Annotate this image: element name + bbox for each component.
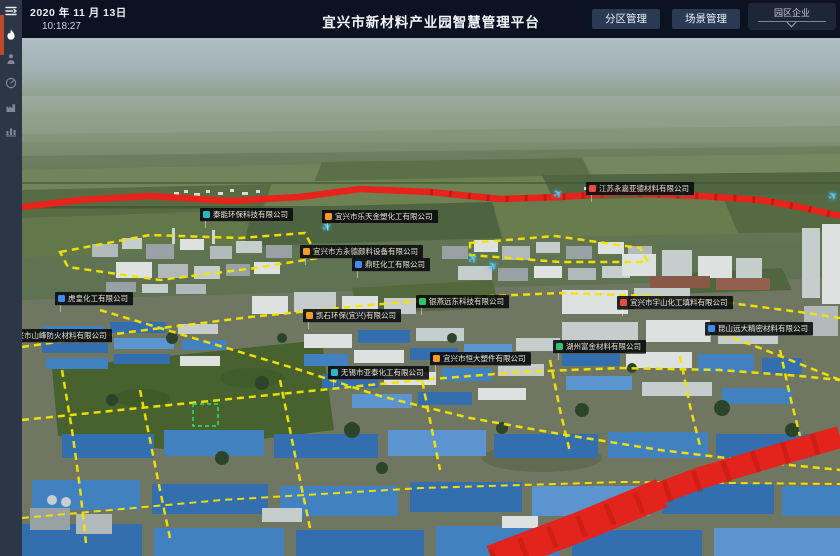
factory-icon xyxy=(5,101,17,113)
bar-chart-icon xyxy=(5,125,17,137)
company-label-text: 宜兴市方永德颜料设备有限公司 xyxy=(313,248,418,256)
company-type-icon xyxy=(620,299,627,306)
company-type-icon xyxy=(58,295,65,302)
company-label-text: 宜兴市恒大塑件有限公司 xyxy=(443,355,526,363)
header-buttons: 分区管理 场景管理 xyxy=(592,9,740,29)
company-label-text: 泰能环保科技有限公司 xyxy=(213,211,288,219)
company-label-text: 江苏永嘉亚德材料有限公司 xyxy=(599,185,689,193)
company-label[interactable]: 泰能环保科技有限公司 xyxy=(200,208,293,222)
zone-management-button[interactable]: 分区管理 xyxy=(592,9,660,29)
map-3d-view[interactable]: 泰能环保科技有限公司 宜兴市乐天金塑化工有限公司宜兴市方永德颜料设备有限公司鼎旺化… xyxy=(22,38,840,556)
company-label-text: 凯石环保(宜兴)有限公司 xyxy=(316,312,396,320)
company-label[interactable]: 宜兴市宇山化工填料有限公司 xyxy=(617,296,733,310)
company-label-text: 无锡市亚泰化工有限公司 xyxy=(341,369,424,377)
company-type-icon xyxy=(325,213,332,220)
company-type-icon xyxy=(306,312,313,319)
company-type-icon xyxy=(331,369,338,376)
company-label[interactable]: 银燕远东科技有限公司 xyxy=(416,295,509,309)
company-type-icon xyxy=(419,298,426,305)
company-label[interactable]: 江苏永嘉亚德材料有限公司 xyxy=(586,182,694,196)
header-bar: 2020 年 11 月 13日 10:18:27 宜兴市新材料产业园智慧管理平台… xyxy=(22,0,840,38)
company-type-icon xyxy=(303,248,310,255)
sidebar-item-fire[interactable] xyxy=(0,24,22,46)
sidebar xyxy=(0,0,22,556)
scene-management-button[interactable]: 场景管理 xyxy=(672,9,740,29)
company-type-icon xyxy=(355,261,362,268)
company-label[interactable]: 湖州富金材料有限公司 xyxy=(553,340,646,354)
company-label[interactable]: 宜兴市恒大塑件有限公司 xyxy=(430,352,531,366)
sidebar-item-factory[interactable] xyxy=(0,96,22,118)
company-label-text: 宜兴市山峰防火材料有限公司 xyxy=(22,332,107,340)
company-label-text: 银燕远东科技有限公司 xyxy=(429,298,504,306)
gauge-icon xyxy=(5,77,17,89)
company-label[interactable]: 昆山远大精密材料有限公司 xyxy=(705,322,813,336)
company-label-text: 虎皇化工有限公司 xyxy=(68,295,128,303)
smart-park-platform: 2020 年 11 月 13日 10:18:27 宜兴市新材料产业园智慧管理平台… xyxy=(0,0,840,556)
person-icon xyxy=(5,53,17,65)
sidebar-item-statistics[interactable] xyxy=(0,120,22,142)
company-label[interactable]: 虎皇化工有限公司 xyxy=(55,292,133,306)
company-label-text: 湖州富金材料有限公司 xyxy=(566,343,641,351)
company-label-text: 宜兴市乐天金塑化工有限公司 xyxy=(335,213,433,221)
company-type-icon xyxy=(589,185,596,192)
sidebar-item-person[interactable] xyxy=(0,48,22,70)
park-enterprise-dropdown[interactable]: 园区企业 xyxy=(748,3,836,30)
company-label-text: 宜兴市宇山化工填料有限公司 xyxy=(630,299,728,307)
company-label[interactable]: 凯石环保(宜兴)有限公司 xyxy=(303,309,401,323)
company-label-text: 昆山远大精密材料有限公司 xyxy=(718,325,808,333)
company-type-icon xyxy=(708,325,715,332)
company-label[interactable]: 宜兴市方永德颜料设备有限公司 xyxy=(300,245,423,259)
company-label[interactable]: 宜兴市乐天金塑化工有限公司 xyxy=(322,210,438,224)
flame-icon xyxy=(5,29,17,42)
company-label[interactable]: 鼎旺化工有限公司 xyxy=(352,258,430,272)
company-type-icon xyxy=(433,355,440,362)
sidebar-item-gauge[interactable] xyxy=(0,72,22,94)
company-type-icon xyxy=(203,211,210,218)
company-type-icon xyxy=(556,343,563,350)
company-label[interactable]: 无锡市亚泰化工有限公司 xyxy=(328,366,429,380)
company-label[interactable]: 宜兴市山峰防火材料有限公司 xyxy=(22,329,112,343)
company-label-text: 鼎旺化工有限公司 xyxy=(365,261,425,269)
